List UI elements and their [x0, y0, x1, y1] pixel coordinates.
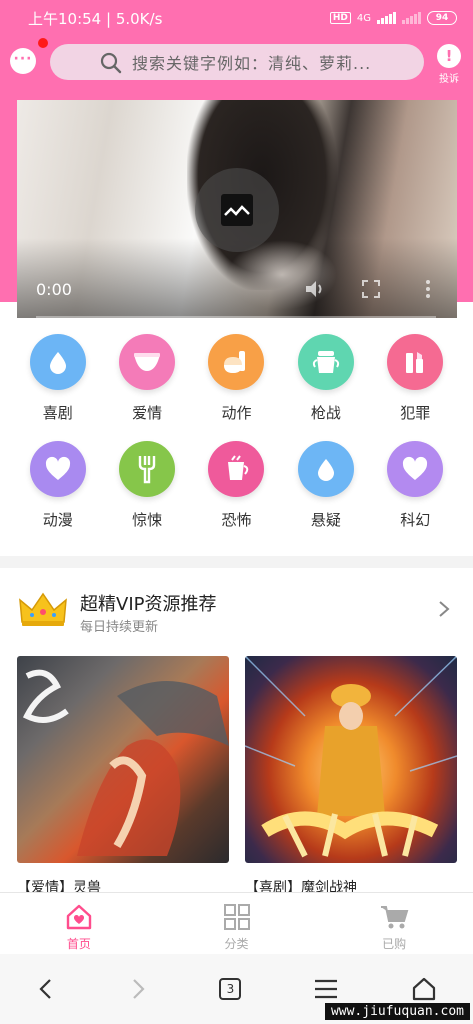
category-item[interactable]: 悬疑 [281, 441, 370, 530]
drop-icon [297, 441, 354, 497]
glass-icon [208, 441, 265, 497]
watermark: www.jiufuquan.com [324, 1003, 470, 1020]
vip-subtitle: 每日持续更新 [80, 620, 159, 635]
vip-section-header[interactable]: 超精VIP资源推荐 每日持续更新 [0, 568, 473, 648]
cart-icon [381, 906, 409, 929]
tab-count-button[interactable]: 3 [219, 978, 242, 1000]
status-indicators: HD 4G 94 [329, 11, 457, 25]
search-icon [100, 52, 122, 74]
network-label: 4G [356, 12, 371, 24]
battery-icon: 94 [427, 11, 457, 25]
category-item[interactable]: 惊悚 [102, 441, 191, 530]
broken-image-icon [221, 194, 253, 226]
fullscreen-icon[interactable] [360, 278, 382, 300]
grid-icon [223, 904, 250, 930]
crown-icon [19, 592, 67, 626]
tab-purchased[interactable]: 已购 [315, 893, 473, 954]
heart-icon [387, 441, 444, 497]
category-item[interactable]: 动作 [192, 334, 281, 423]
signal-icon [377, 12, 396, 24]
section-divider [0, 556, 473, 568]
chat-icon[interactable]: ··· [10, 48, 36, 74]
lipstick-icon [387, 334, 444, 390]
fork-icon [119, 441, 176, 497]
home-icon [66, 904, 92, 930]
category-grid: 喜剧 爱情 动作 枪战 犯罪 动漫 惊悚 恐怖 悬疑 科幻 [13, 334, 460, 530]
forward-icon[interactable] [128, 977, 148, 1001]
poster-image[interactable] [17, 656, 229, 863]
search-bar[interactable]: 搜索关键字例如：清纯、萝莉... [50, 44, 424, 80]
app-page: 上午10:54 | 5.0K/s HD 4G 94 ··· 搜索关键字例如：清纯… [0, 0, 473, 1024]
signal-2-icon [402, 12, 421, 24]
report-label: 投诉 [439, 74, 459, 85]
status-bar: 上午10:54 | 5.0K/s HD 4G 94 [0, 0, 473, 36]
cup-icon [297, 334, 354, 390]
poster-card[interactable]: 【爱情】灵兽 [17, 656, 229, 897]
category-item[interactable]: 喜剧 [13, 334, 102, 423]
video-progress-bar[interactable] [36, 316, 436, 318]
video-player[interactable]: 0:00 [17, 100, 457, 318]
category-item[interactable]: 爱情 [102, 334, 191, 423]
bottle-icon [208, 334, 265, 390]
status-time: 上午10:54 | 5.0K/s [28, 9, 163, 28]
diaper-icon [119, 334, 176, 390]
category-item[interactable]: 恐怖 [192, 441, 281, 530]
menu-icon[interactable] [313, 978, 339, 1000]
tab-category-label: 分类 [224, 937, 249, 951]
browser-home-icon[interactable] [411, 976, 437, 1002]
hd-badge: HD [329, 12, 351, 24]
tab-purchased-label: 已购 [382, 937, 407, 951]
poster-list: 【爱情】灵兽 【喜剧】魔剑战神 [17, 656, 457, 897]
app-header: ··· 搜索关键字例如：清纯、萝莉... ! 投诉 [0, 36, 473, 106]
bottom-tab-bar: 首页 分类 已购 [0, 892, 473, 954]
category-item[interactable]: 科幻 [371, 441, 460, 530]
vip-title: 超精VIP资源推荐 [80, 594, 217, 615]
category-item[interactable]: 动漫 [13, 441, 102, 530]
tab-home[interactable]: 首页 [0, 893, 158, 954]
video-placeholder-button[interactable] [195, 168, 279, 252]
more-vertical-icon[interactable] [419, 278, 437, 300]
volume-icon[interactable] [303, 278, 325, 300]
chevron-right-icon[interactable] [438, 600, 450, 618]
back-icon[interactable] [36, 977, 56, 1001]
heart-icon [29, 441, 86, 497]
poster-image[interactable] [245, 656, 457, 863]
tab-category[interactable]: 分类 [158, 893, 316, 954]
search-placeholder: 搜索关键字例如：清纯、萝莉... [132, 54, 372, 73]
tab-home-label: 首页 [66, 937, 91, 951]
category-item[interactable]: 枪战 [281, 334, 370, 423]
video-time: 0:00 [36, 280, 72, 299]
report-button[interactable]: ! 投诉 [434, 44, 464, 85]
poster-card[interactable]: 【喜剧】魔剑战神 [245, 656, 457, 897]
drop-icon [29, 334, 86, 390]
exclamation-icon: ! [437, 44, 461, 68]
notification-dot [38, 38, 48, 48]
category-item[interactable]: 犯罪 [371, 334, 460, 423]
